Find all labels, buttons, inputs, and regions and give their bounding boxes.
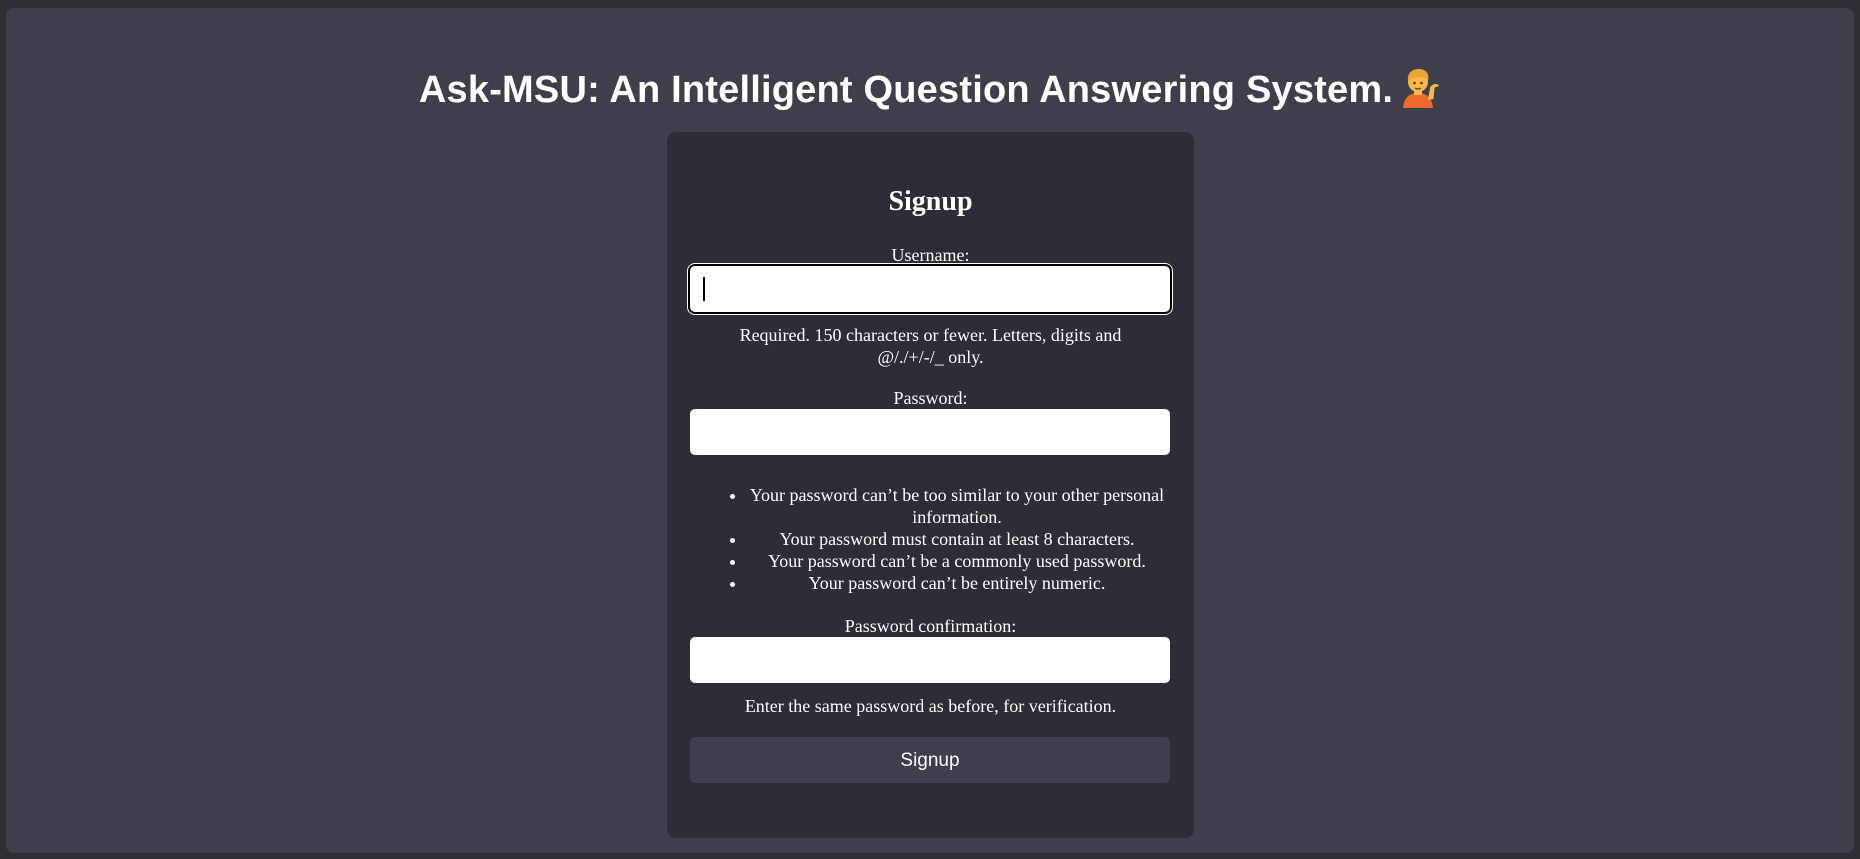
password-input[interactable]: [690, 409, 1170, 455]
signup-button[interactable]: Signup: [690, 737, 1170, 783]
username-help-text: Required. 150 characters or fewer. Lette…: [739, 325, 1122, 367]
form-title: Signup: [888, 186, 973, 217]
password-rule-item: Your password can’t be entirely numeric.: [747, 572, 1167, 594]
username-input[interactable]: [690, 266, 1170, 312]
password-confirmation-label: Password confirmation:: [844, 616, 1017, 636]
signup-form-card: Signup Username: Required. 150 character…: [667, 132, 1194, 838]
password-confirmation-input[interactable]: [690, 637, 1170, 683]
password-rules-list: Your password can’t be too similar to yo…: [707, 484, 1167, 594]
password-rule-item: Your password can’t be too similar to yo…: [747, 484, 1167, 528]
app-title: Ask-MSU: An Intelligent Question Answeri…: [6, 60, 1854, 120]
app-title-text: Ask-MSU: An Intelligent Question Answeri…: [418, 69, 1394, 111]
password-rule-item: Your password must contain at least 8 ch…: [747, 528, 1167, 550]
person-tipping-hand-icon: [1397, 66, 1441, 110]
username-label: Username:: [891, 245, 970, 265]
text-cursor: [703, 277, 705, 301]
password-confirmation-help-text: Enter the same password as before, for v…: [744, 696, 1117, 716]
page-background: Ask-MSU: An Intelligent Question Answeri…: [6, 8, 1854, 853]
password-rule-item: Your password can’t be a commonly used p…: [747, 550, 1167, 572]
password-label: Password:: [893, 388, 968, 408]
